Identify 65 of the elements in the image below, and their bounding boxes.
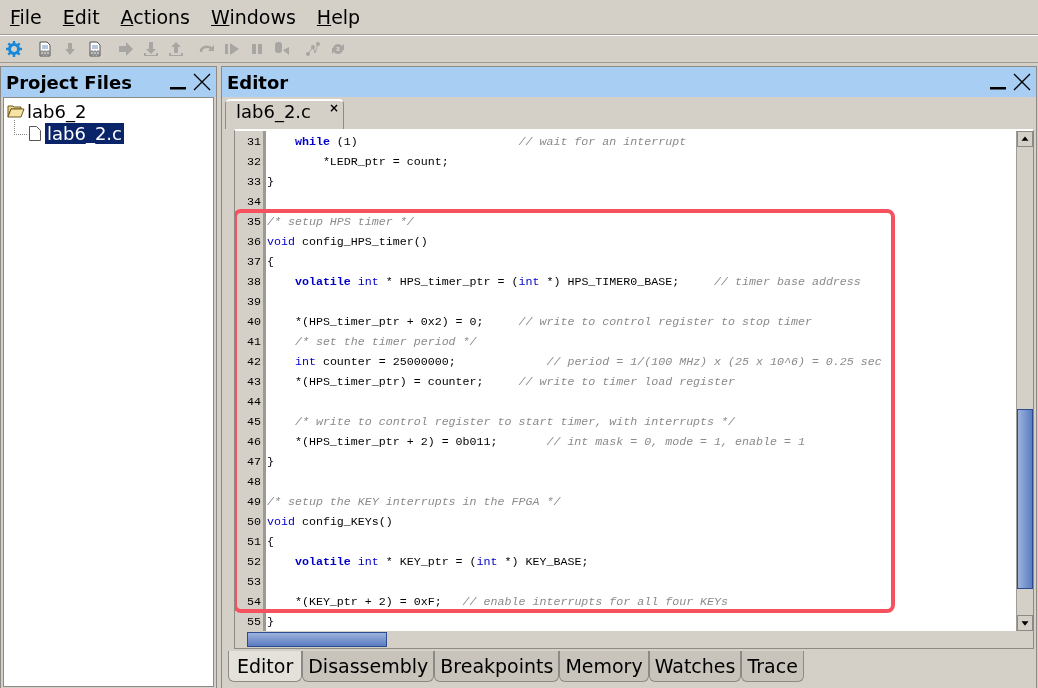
line-number: 31 xyxy=(247,134,261,148)
line-number: 53 xyxy=(247,574,261,588)
view-tab[interactable]: Editor xyxy=(228,651,303,682)
line-number: 49 xyxy=(247,494,261,508)
code-line: volatile int * KEY_ptr = (int *) KEY_BASE; xyxy=(293,554,589,568)
view-tab[interactable]: Watches xyxy=(648,651,742,682)
settings-icon[interactable] xyxy=(6,41,22,57)
binary-document-icon[interactable] xyxy=(37,41,53,57)
line-number: 42 xyxy=(247,354,261,368)
scroll-thumb[interactable] xyxy=(247,632,387,647)
line-number: 52 xyxy=(247,554,261,568)
code-line: /* set the timer period */ xyxy=(293,334,477,348)
menu-item[interactable]: Windows xyxy=(211,6,296,28)
code-line: int counter = 25000000; // period = 1/(100 MHz) x (25 x 10^6) = 0.25 sec xyxy=(293,354,882,368)
line-number: 47 xyxy=(247,454,261,468)
code-line: /* setup the KEY interrupts in the FPGA */ xyxy=(266,494,561,508)
scroll-thumb[interactable] xyxy=(1017,409,1033,589)
line-number: 50 xyxy=(247,514,261,528)
line-number: 43 xyxy=(247,374,261,388)
line-number: 46 xyxy=(247,434,261,448)
line-number: 55 xyxy=(247,614,261,628)
view-tab[interactable]: Disassembly xyxy=(302,651,435,682)
code-line: while (1) // wait for an interrupt xyxy=(293,134,687,148)
line-number: 32 xyxy=(247,154,261,168)
line-number: 41 xyxy=(247,334,261,348)
panel-title: Editor xyxy=(227,71,290,93)
tree-item[interactable]: lab6_2 xyxy=(25,100,89,122)
line-number: 38 xyxy=(247,274,261,288)
menu-item[interactable]: Actions xyxy=(120,6,191,28)
code-line: /* write to control register to start timer, with interrupts */ xyxy=(293,414,736,428)
view-tab[interactable]: Breakpoints xyxy=(434,651,560,682)
code-line: /* setup HPS timer */ xyxy=(266,214,414,228)
view-tab[interactable]: Memory xyxy=(559,651,649,682)
view-tab[interactable]: Trace xyxy=(741,651,804,682)
code-line: volatile int * HPS_timer_ptr = (int *) HPS_TIMER0_BASE; // timer base address xyxy=(293,274,861,288)
line-number: 48 xyxy=(247,474,261,488)
close-icon[interactable] xyxy=(1012,72,1032,92)
line-number: 54 xyxy=(247,594,261,608)
line-number: 33 xyxy=(247,174,261,188)
vertical-scrollbar[interactable] xyxy=(1016,131,1033,631)
line-number: 45 xyxy=(247,414,261,428)
file-tab[interactable]: lab6_2.c × xyxy=(225,99,345,129)
line-number: 34 xyxy=(247,194,261,208)
line-number: 40 xyxy=(247,314,261,328)
code-line: *(KEY_ptr + 2) = 0xF; // enable interrupts for all four KEYs xyxy=(266,594,729,608)
code-line: *(HPS_timer_ptr + 0x2) = 0; // write to control register to stop timer xyxy=(266,314,812,328)
line-number: 37 xyxy=(247,254,261,268)
panel-title: Project Files xyxy=(6,71,133,93)
line-number: 44 xyxy=(247,394,261,408)
code-line: void config_KEYs() xyxy=(266,514,393,528)
close-tab-button[interactable]: × xyxy=(329,101,340,115)
code-line: void config_HPS_timer() xyxy=(266,234,428,248)
file-icon xyxy=(29,125,41,141)
tree-item[interactable]: lab6_2.c xyxy=(45,122,124,144)
line-number: 36 xyxy=(247,234,261,248)
menu-item[interactable]: Edit xyxy=(62,6,100,28)
menu-item[interactable]: Help xyxy=(316,6,361,28)
line-number: 35 xyxy=(247,214,261,228)
menu-item[interactable]: File xyxy=(10,6,42,28)
scroll-up-icon[interactable] xyxy=(1017,131,1033,147)
binary-document-icon[interactable] xyxy=(87,41,103,57)
line-number: 51 xyxy=(247,534,261,548)
scroll-down-icon[interactable] xyxy=(1017,615,1033,631)
line-number: 39 xyxy=(247,294,261,308)
close-icon[interactable] xyxy=(192,72,212,92)
